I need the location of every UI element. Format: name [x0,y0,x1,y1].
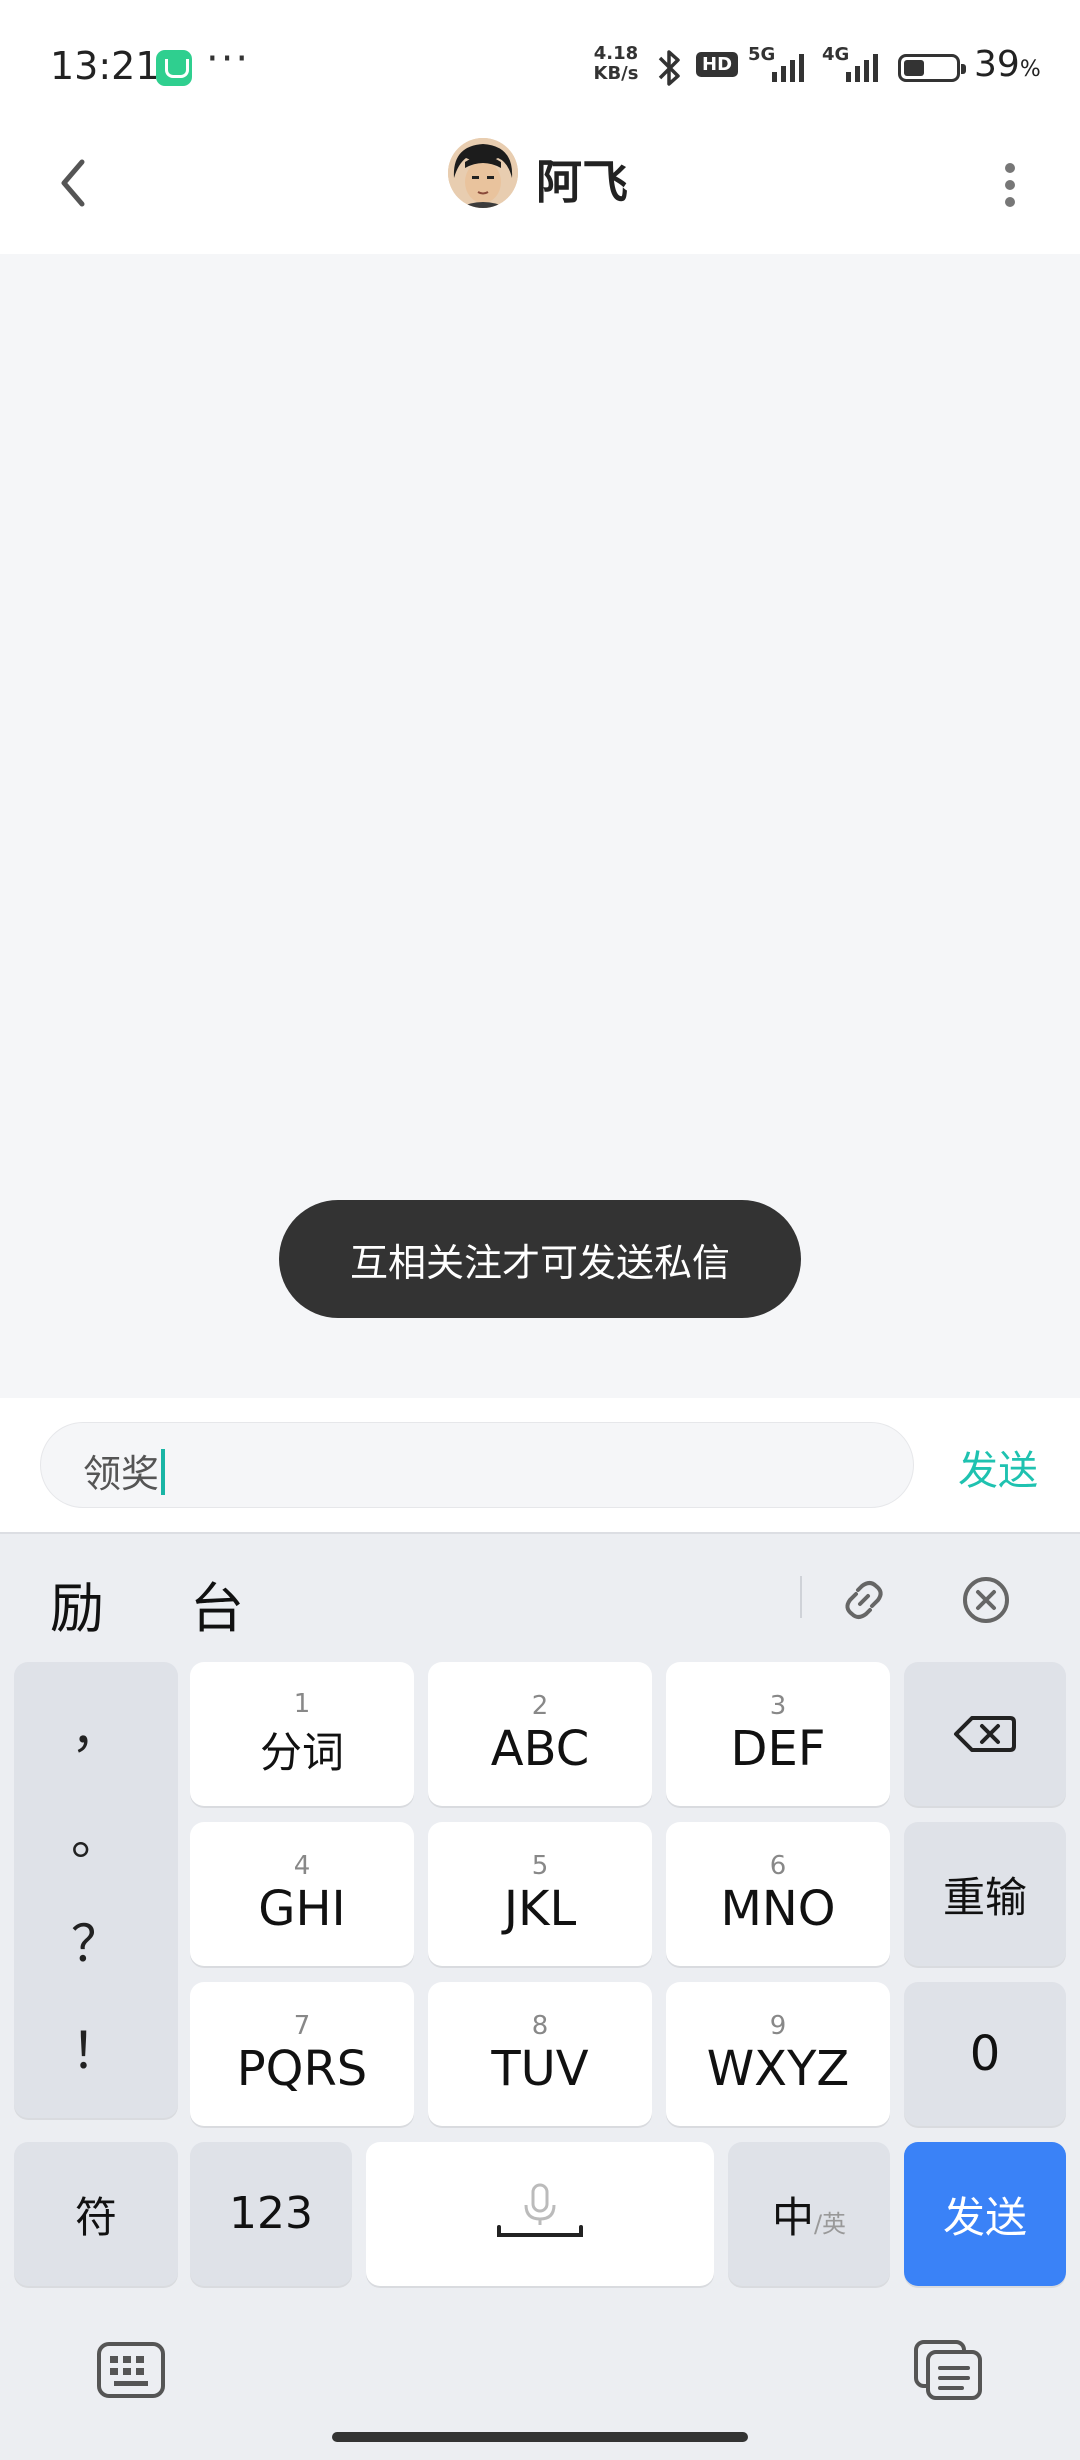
key-number: 7 [293,2011,311,2041]
avatar-image [448,138,518,208]
network-speed-unit: KB/s [593,63,639,84]
key-label: 符 [74,2192,117,2242]
status-more-indicator: ··· [206,36,251,82]
key-9-wxyz[interactable]: 9 WXYZ [666,1982,890,2126]
reenter-key[interactable]: 重输 [904,1822,1066,1966]
chevron-left-icon[interactable] [40,148,110,218]
home-indicator[interactable] [332,2432,748,2442]
candidate-divider [800,1576,802,1618]
clipboard-icon[interactable] [912,2338,986,2402]
key-number: 5 [531,1851,549,1881]
battery-fill [904,60,924,76]
text-caret [161,1449,166,1495]
bluetooth-icon [658,50,680,86]
backspace-icon [954,1716,1016,1752]
punctuation-key[interactable]: ！ [14,2001,178,2101]
keyboard-divider [0,1532,1080,1534]
network-speed: 4.18 KB/s [588,44,644,84]
key-label: 分词 [259,1727,344,1777]
key-7-pqrs[interactable]: 7 PQRS [190,1982,414,2126]
status-bar: 13:21 ··· 4.18 KB/s HD 5G 4G 39% [0,0,1080,120]
zero-key[interactable]: 0 [904,1982,1066,2126]
message-input-text: 领奖 [83,1443,166,1498]
key-label: 重输 [942,1872,1027,1922]
candidate-word[interactable]: 台 [190,1564,244,1643]
key-6-mno[interactable]: 6 MNO [666,1822,890,1966]
key-8-tuv[interactable]: 8 TUV [428,1982,652,2126]
key-number: 6 [769,1851,787,1881]
key-label: TUV [491,2041,589,2097]
battery-icon [898,54,966,82]
symbols-key[interactable]: 符 [14,2142,178,2286]
key-1-fenci[interactable]: 1 分词 [190,1662,414,1806]
key-label: GHI [258,1881,346,1937]
message-list[interactable]: 互相关注才可发送私信 [0,254,1080,1398]
key-number: 2 [531,1691,549,1721]
status-time: 13:21 [50,44,160,88]
key-number: 8 [531,2011,549,2041]
vertical-dots-icon[interactable] [990,150,1030,220]
key-number: 4 [293,1851,311,1881]
punctuation-key[interactable]: 。 [14,1787,178,1887]
send-button[interactable]: 发送 [958,1438,1038,1496]
toast-message: 互相关注才可发送私信 [279,1200,801,1318]
punctuation-key[interactable]: ， [14,1680,178,1780]
key-5-jkl[interactable]: 5 JKL [428,1822,652,1966]
battery-percent-value: 39 [974,44,1020,85]
language-switch-key[interactable]: 中/英 [728,2142,890,2286]
signal-bars-icon [846,54,878,82]
network-speed-value: 4.18 [593,43,639,64]
hd-voice-badge: HD [696,52,739,77]
backspace-key[interactable] [904,1662,1066,1806]
punctuation-key[interactable]: ？ [14,1894,178,1994]
key-label: 123 [229,2188,313,2239]
message-input[interactable]: 领奖 [40,1422,914,1508]
punctuation-column: ， 。 ？ ！ [14,1662,178,2118]
message-input-value: 领奖 [83,1452,160,1496]
chat-header: 阿飞 [0,120,1080,254]
signal-bars-icon [772,54,804,82]
key-label: 发送 [942,2192,1027,2242]
keyboard-send-button[interactable]: 发送 [904,2142,1066,2286]
key-4-ghi[interactable]: 4 GHI [190,1822,414,1966]
language-alt: /英 [813,2209,847,2238]
microphone-icon [497,2183,583,2237]
key-label: WXYZ [706,2041,850,2097]
language-main: 中 [771,2192,814,2242]
space-key[interactable] [366,2142,714,2286]
key-3-def[interactable]: 3 DEF [666,1662,890,1806]
close-circle-icon[interactable] [958,1572,1014,1628]
link-icon[interactable] [836,1572,892,1628]
avatar[interactable] [448,138,518,208]
key-label: ABC [490,1721,590,1777]
ime-keyboard: 励 台 ， 。 ？ ！ 1 分词 2 ABC 3 DEF 4 GHI 5 JKL… [0,1532,1080,2460]
key-2-abc[interactable]: 2 ABC [428,1662,652,1806]
key-label: JKL [503,1881,577,1937]
app-notification-icon [156,50,192,86]
key-label: MNO [720,1881,836,1937]
page-title: 阿飞 [536,155,628,209]
battery-percent: 39% [974,44,1041,85]
key-number: 1 [293,1688,311,1719]
key-label: DEF [730,1721,826,1777]
keyboard-toggle-icon[interactable] [94,2338,168,2402]
key-label: PQRS [236,2041,368,2097]
key-label: 中/英 [772,2184,846,2245]
key-number: 3 [769,1691,787,1721]
key-label: 0 [969,2026,1001,2082]
numeric-key[interactable]: 123 [190,2142,352,2286]
message-input-bar: 领奖 发送 [0,1398,1080,1532]
candidate-word[interactable]: 励 [50,1564,104,1643]
key-number: 9 [769,2011,787,2041]
battery-percent-sign: % [1019,57,1041,82]
